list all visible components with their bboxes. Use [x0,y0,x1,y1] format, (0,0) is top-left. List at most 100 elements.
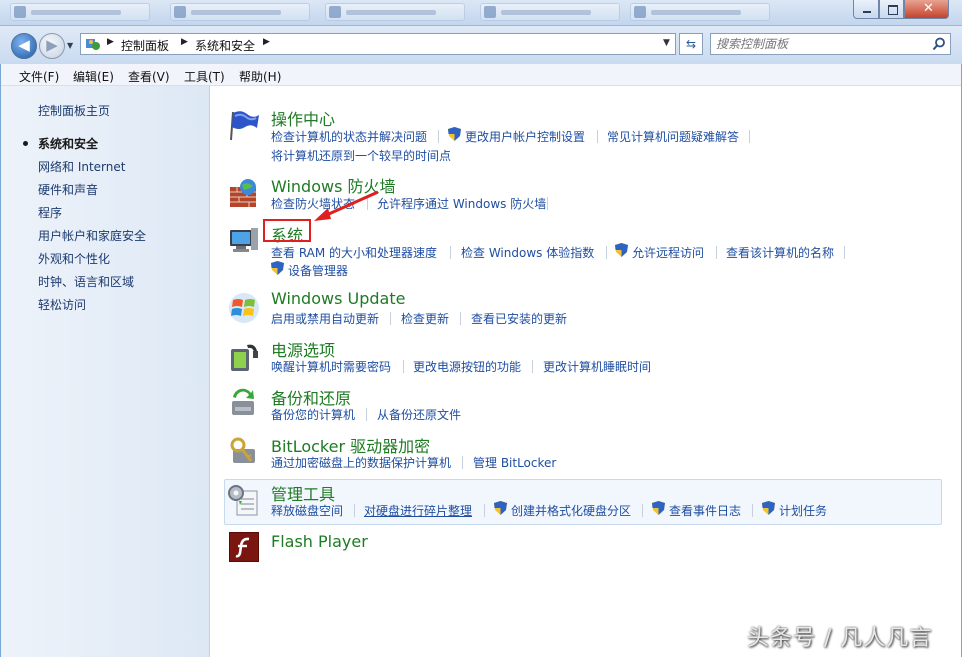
nav-control-panel-home[interactable]: 控制面板主页 [38,102,110,119]
search-box[interactable] [710,33,951,55]
allow-remote-access-link[interactable]: 允许远程访问 [632,244,704,261]
power-options-icon [231,344,258,371]
main-content-pane: 操作中心 检查计算机的状态并解决问题 更改用户帐户控制设置 常见计算机问题疑难解… [210,86,961,657]
minimize-button[interactable] [853,0,879,19]
menu-edit[interactable]: 编辑(E) [73,68,114,85]
menu-help[interactable]: 帮助(H) [239,68,281,85]
refresh-icon: ⇆ [685,37,697,51]
backup-computer-link[interactable]: 备份您的计算机 [271,406,355,423]
link-separator [532,360,533,373]
title-bar: ✕ [0,0,962,26]
close-button[interactable]: ✕ [904,0,949,19]
search-icon[interactable] [932,37,946,51]
create-format-partition-link[interactable]: 创建并格式化硬盘分区 [511,502,631,519]
manage-bitlocker-link[interactable]: 管理 BitLocker [473,454,556,471]
auto-update-toggle-link[interactable]: 启用或禁用自动更新 [271,310,379,327]
link-separator [484,504,485,517]
link-separator [462,456,463,469]
link-separator [390,312,391,325]
windows-update-icon [229,293,259,323]
windows-update-title[interactable]: Windows Update [271,289,405,308]
uac-shield-icon [615,243,628,257]
control-panel-icon [86,39,100,50]
check-updates-link[interactable]: 检查更新 [401,310,449,327]
restore-files-link[interactable]: 从备份还原文件 [377,406,461,423]
link-separator [366,408,367,421]
maximize-button[interactable] [879,0,904,19]
flash-player-title[interactable]: Flash Player [271,532,368,551]
flash-player-icon [229,532,259,562]
breadcrumb-separator-icon[interactable]: ▶ [181,37,188,47]
troubleshoot-link[interactable]: 常见计算机问题疑难解答 [607,128,739,145]
back-arrow-icon: ◀ [18,36,30,54]
address-bar[interactable]: ▶ 控制面板 ▶ 系统和安全 ▶ ▼ [80,33,676,55]
breadcrumb-system-security[interactable]: 系统和安全 [195,37,255,54]
menu-bar: 文件(F) 编辑(E) 查看(V) 工具(T) 帮助(H) [1,64,961,86]
close-icon: ✕ [923,1,934,16]
defragment-link[interactable]: 对硬盘进行碎片整理 [364,502,472,519]
link-separator [642,504,643,517]
power-button-function-link[interactable]: 更改电源按钮的功能 [413,358,521,375]
current-item-bullet [23,141,28,146]
forward-button[interactable]: ▶ [39,33,65,59]
recent-pages-dropdown-icon[interactable]: ▼ [67,41,73,50]
taskbar-tab[interactable] [630,3,770,21]
nav-user-accounts[interactable]: 用户帐户和家庭安全 [38,227,146,244]
uac-shield-icon [271,261,284,275]
forward-arrow-icon: ▶ [46,36,58,54]
sleep-time-link[interactable]: 更改计算机睡眠时间 [543,358,651,375]
uac-shield-icon [448,127,461,141]
free-disk-space-link[interactable]: 释放磁盘空间 [271,502,343,519]
breadcrumb-separator-icon[interactable]: ▶ [107,37,114,47]
uac-shield-icon [652,501,665,515]
device-manager-link[interactable]: 设备管理器 [288,262,348,279]
nav-appearance[interactable]: 外观和个性化 [38,250,110,267]
check-experience-index-link[interactable]: 检查 Windows 体验指数 [461,244,594,261]
link-separator [749,130,750,143]
back-button[interactable]: ◀ [11,33,37,59]
left-navigation-pane: 控制面板主页 系统和安全 网络和 Internet 硬件和声音 程序 用户帐户和… [1,86,210,657]
navigation-bar: ◀ ▶ ▼ ▶ 控制面板 ▶ 系统和安全 ▶ ▼ ⇆ [0,26,962,64]
link-separator [450,246,451,259]
taskbar-tab[interactable] [10,3,150,21]
search-input[interactable] [716,36,916,52]
view-installed-updates-link[interactable]: 查看已安装的更新 [471,310,567,327]
nav-system-security: 系统和安全 [38,137,99,151]
taskbar-tab[interactable] [325,3,465,21]
change-uac-settings-link[interactable]: 更改用户帐户控制设置 [465,128,585,145]
view-ram-processor-link[interactable]: 查看 RAM 的大小和处理器速度 [271,244,437,261]
bitlocker-key-icon [230,437,255,463]
breadcrumb-control-panel[interactable]: 控制面板 [121,37,169,54]
link-separator [438,130,439,143]
uac-shield-icon [494,501,507,515]
breadcrumb-separator-icon[interactable]: ▶ [263,37,270,47]
link-separator [354,504,355,517]
link-separator [606,246,607,259]
view-event-logs-link[interactable]: 查看事件日志 [669,502,741,519]
link-separator [597,130,598,143]
watermark: 头条号 / 凡人凡言 [747,626,933,651]
menu-view[interactable]: 查看(V) [128,68,170,85]
taskbar-tab[interactable] [480,3,620,21]
nav-network-internet[interactable]: 网络和 Internet [38,158,125,175]
nav-clock-language[interactable]: 时钟、语言和区域 [38,273,134,290]
address-dropdown-icon[interactable]: ▼ [663,38,670,48]
view-computer-name-link[interactable]: 查看该计算机的名称 [726,244,834,261]
uac-shield-icon [762,501,775,515]
menu-tools[interactable]: 工具(T) [184,68,225,85]
annotation-arrow-icon [314,190,379,221]
link-separator [547,197,548,210]
refresh-button[interactable]: ⇆ [679,33,703,55]
link-separator [460,312,461,325]
schedule-tasks-link[interactable]: 计划任务 [779,502,827,519]
menu-file[interactable]: 文件(F) [19,68,59,85]
nav-hardware-sound[interactable]: 硬件和声音 [38,181,98,198]
wake-password-link[interactable]: 唤醒计算机时需要密码 [271,358,391,375]
nav-ease-of-access[interactable]: 轻松访问 [38,296,86,313]
admin-tools-icon [228,485,258,516]
taskbar-tab[interactable] [170,3,310,21]
nav-programs[interactable]: 程序 [38,204,62,221]
link-separator [752,504,753,517]
link-separator [716,246,717,259]
encrypt-data-link[interactable]: 通过加密磁盘上的数据保护计算机 [271,454,451,471]
